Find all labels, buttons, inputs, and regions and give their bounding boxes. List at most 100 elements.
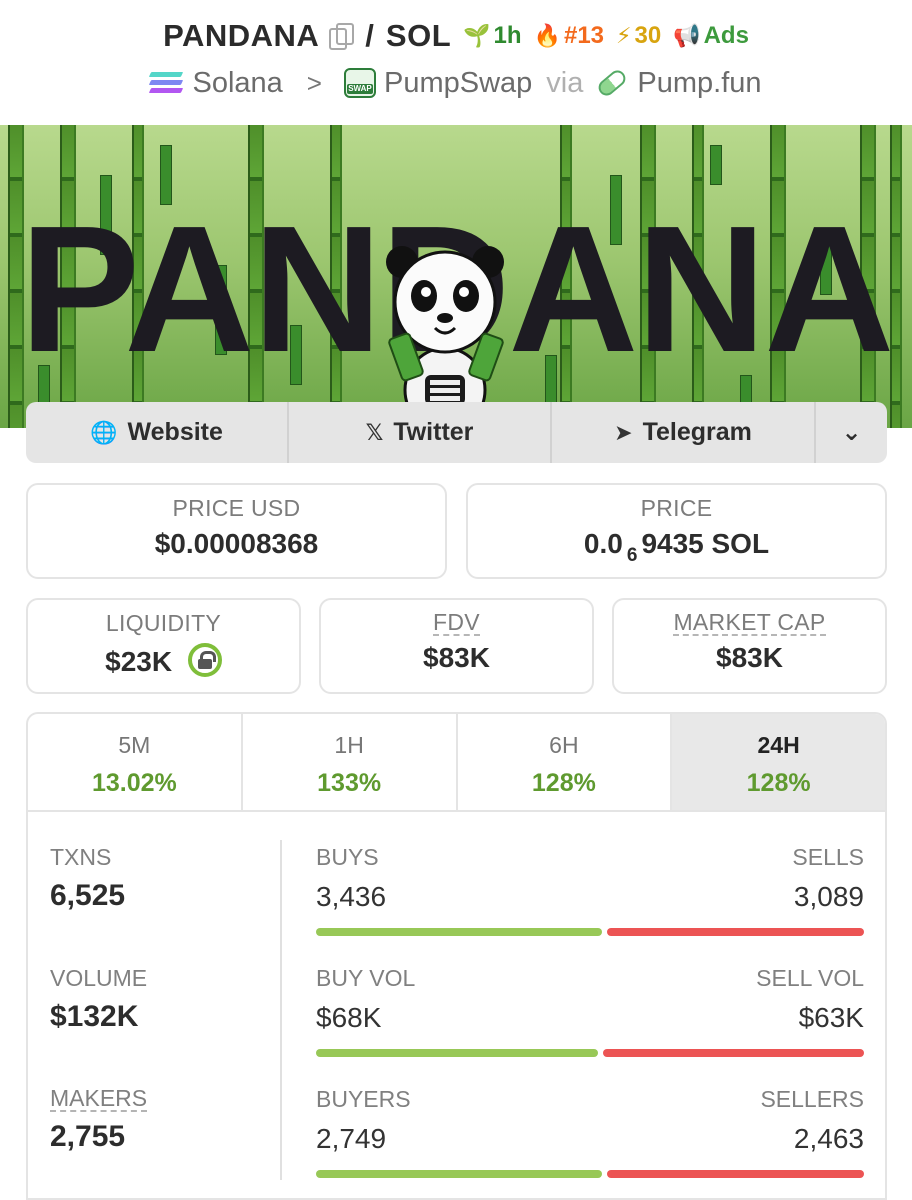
- buyers-label: BUYERS: [316, 1086, 411, 1112]
- globe-icon: 🌐: [90, 419, 118, 445]
- volume-label: VOLUME: [50, 965, 148, 991]
- launchpad-link[interactable]: Pump.fun: [637, 67, 761, 100]
- price-suffix: 9435 SOL: [641, 528, 770, 559]
- sprout-icon: 🌱: [463, 23, 491, 48]
- tab-24h[interactable]: 24H 128%: [672, 714, 885, 810]
- price-prefix: 0.0: [583, 528, 623, 559]
- telegram-label: Telegram: [642, 418, 752, 446]
- buy-share-fill: [316, 1049, 598, 1057]
- sell-share-fill: [603, 1049, 864, 1057]
- makers-metric: MAKERS 2,755: [50, 1086, 148, 1154]
- buys-value: 3,436: [316, 881, 387, 912]
- buys-sells-ratio-bar: [316, 928, 864, 936]
- buys-sells-row: BUYS SELLS 3,436 3,089: [316, 844, 864, 944]
- sell-vol-label: SELL VOL: [756, 965, 864, 991]
- makers-value: 2,755: [50, 1120, 126, 1153]
- pair-separator: /: [365, 18, 374, 53]
- social-links-bar: 🌐 Website 𝕏 Twitter ➤ Telegram ⌄: [26, 402, 887, 463]
- pumpfun-pill-icon: [595, 67, 630, 99]
- makers-label[interactable]: MAKERS: [50, 1086, 148, 1112]
- lightning-icon: ⚡: [616, 23, 632, 48]
- tab-label: 1H: [334, 732, 364, 758]
- copy-icon[interactable]: [329, 23, 355, 50]
- sell-vol-value: $63K: [798, 1002, 864, 1033]
- sells-value: 3,089: [793, 881, 864, 912]
- tab-change: 13.02%: [91, 769, 177, 797]
- boost-count: 30: [634, 22, 662, 49]
- buy-share-fill: [316, 1170, 602, 1178]
- age-badge[interactable]: 🌱 1h: [463, 22, 521, 50]
- sell-share-fill: [607, 928, 864, 936]
- buy-vol-label: BUY VOL: [316, 965, 416, 991]
- tab-1h[interactable]: 1H 133%: [243, 714, 458, 810]
- liquidity-value: $23K: [105, 646, 173, 677]
- tab-change: 128%: [746, 769, 811, 797]
- buy-share-fill: [316, 928, 602, 936]
- liquidity-card: LIQUIDITY $23K: [26, 598, 301, 694]
- price-zero-count: 6: [626, 545, 638, 566]
- txns-label: TXNS: [50, 844, 112, 870]
- tab-label: 5M: [118, 732, 151, 758]
- trending-rank: #13: [563, 22, 605, 49]
- tab-label: 6H: [549, 732, 579, 758]
- via-label: via: [546, 66, 584, 99]
- market-cap-card: MARKET CAP $83K: [612, 598, 887, 694]
- solana-logo-icon: [149, 70, 184, 96]
- volume-split-row: BUY VOL SELL VOL $68K $63K: [316, 965, 864, 1065]
- quote-token-symbol: SOL: [385, 18, 452, 53]
- token-banner: PANDANA: [0, 125, 912, 428]
- sellers-label: SELLERS: [760, 1086, 864, 1112]
- ads-badge[interactable]: 📢 Ads: [673, 22, 749, 50]
- more-links-button[interactable]: ⌄: [816, 402, 887, 463]
- price-native-card: PRICE 0.0 6 9435 SOL: [466, 483, 887, 579]
- price-usd-card: PRICE USD $0.00008368: [26, 483, 447, 579]
- fdv-value: $83K: [423, 642, 490, 673]
- pair-title-row: PANDANA / SOL 🌱 1h 🔥 #13 ⚡ 30 📢 Ads: [0, 14, 912, 58]
- txns-value: 6,525: [50, 879, 126, 912]
- market-cap-label[interactable]: MARKET CAP: [673, 610, 826, 636]
- tab-5m[interactable]: 5M 13.02%: [28, 714, 243, 810]
- price-usd-label: PRICE USD: [172, 495, 301, 521]
- market-cap-value: $83K: [716, 642, 783, 673]
- price-native-label: PRICE: [640, 495, 713, 521]
- buys-label: BUYS: [316, 844, 379, 870]
- tab-6h[interactable]: 6H 128%: [458, 714, 673, 810]
- ads-label: Ads: [703, 22, 749, 49]
- telegram-plane-icon: ➤: [614, 419, 633, 445]
- x-logo-icon: 𝕏: [365, 419, 384, 445]
- tab-change: 128%: [531, 769, 596, 797]
- txn-stats-panel: 5M 13.02% 1H 133% 6H 128% 24H 128% TXNS …: [26, 712, 887, 1200]
- volume-value: $132K: [50, 1000, 139, 1033]
- twitter-button[interactable]: 𝕏 Twitter: [289, 402, 552, 463]
- chain-link[interactable]: Solana: [192, 67, 282, 100]
- website-label: Website: [127, 418, 223, 446]
- makers-ratio-bar: [316, 1170, 864, 1178]
- chevron-down-icon: ⌄: [841, 419, 862, 446]
- volume-ratio-bar: [316, 1049, 864, 1057]
- fdv-label[interactable]: FDV: [433, 610, 480, 636]
- telegram-button[interactable]: ➤ Telegram: [552, 402, 816, 463]
- makers-split-row: BUYERS SELLERS 2,749 2,463: [316, 1086, 864, 1186]
- fdv-card: FDV $83K: [319, 598, 594, 694]
- price-usd-value: $0.00008368: [154, 528, 319, 559]
- panda-mascot-icon: [386, 246, 504, 428]
- website-button[interactable]: 🌐 Website: [26, 402, 289, 463]
- lock-icon[interactable]: [187, 643, 222, 677]
- buy-vol-value: $68K: [316, 1002, 382, 1033]
- boost-badge[interactable]: ⚡ 30: [616, 22, 661, 50]
- flame-icon: 🔥: [533, 23, 561, 48]
- base-token-symbol: PANDANA: [163, 18, 320, 53]
- age-value: 1h: [493, 22, 522, 49]
- sell-share-fill: [607, 1170, 864, 1178]
- timeframe-tabs: 5M 13.02% 1H 133% 6H 128% 24H 128%: [28, 714, 885, 812]
- sellers-value: 2,463: [793, 1123, 864, 1154]
- trending-badge[interactable]: 🔥 #13: [534, 22, 604, 50]
- pumpswap-logo-icon: SWAP: [343, 68, 376, 98]
- liquidity-label: LIQUIDITY: [105, 610, 222, 636]
- buyers-value: 2,749: [316, 1123, 387, 1154]
- dex-link[interactable]: PumpSwap: [384, 67, 532, 100]
- volume-metric: VOLUME $132K: [50, 965, 147, 1034]
- column-divider: [280, 840, 282, 1180]
- sells-label: SELLS: [792, 844, 864, 870]
- chevron-right-icon: >: [306, 67, 322, 98]
